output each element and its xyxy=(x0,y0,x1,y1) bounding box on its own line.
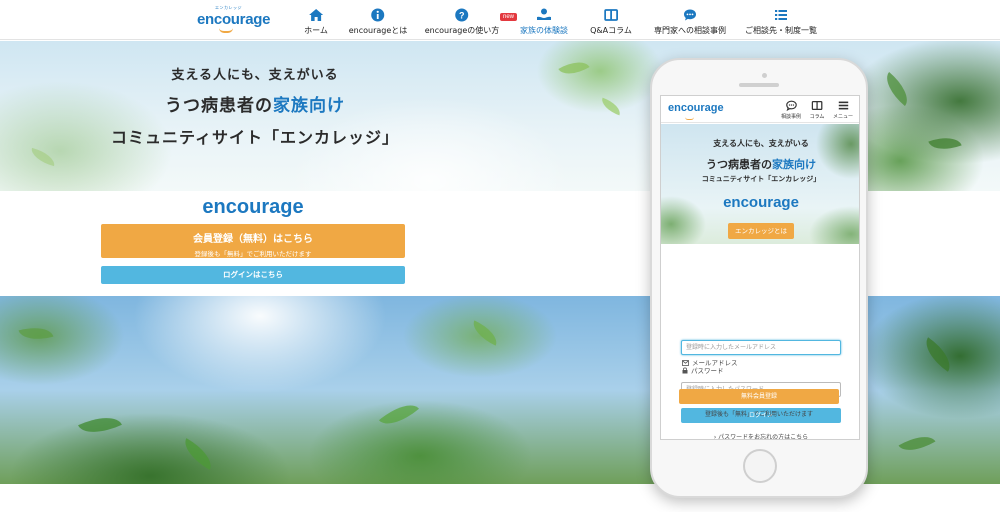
phone-about-button[interactable]: エンカレッジとは xyxy=(728,223,794,239)
logo-text: encourage xyxy=(197,11,271,28)
hamburger-icon xyxy=(838,101,848,110)
nav-family-stories[interactable]: new 家族の体験談 xyxy=(500,8,568,36)
leaf-decoration xyxy=(468,320,502,346)
register-button-sublabel: 登録後も「無料」でご利用いただけます xyxy=(194,250,312,258)
phone-nav-cases-label: 相談事例 xyxy=(780,114,802,120)
phone-logo[interactable]: encourage xyxy=(668,102,724,114)
hero-headline-line2-prefix: うつ病患者の xyxy=(165,96,273,116)
phone-password-label: パスワード xyxy=(682,365,724,375)
phone-hero-line2: うつ病患者の家族向け xyxy=(661,156,859,172)
leaf-decoration xyxy=(598,97,624,116)
register-button-label: 会員登録（無料）はこちら xyxy=(193,234,313,245)
phone-nav-cases[interactable]: 相談事例 xyxy=(781,100,801,120)
help-icon: ? xyxy=(455,8,469,22)
phone-hero: 支える人にも、支えがいる うつ病患者の家族向け コミュニティサイト「エンカレッジ… xyxy=(661,124,859,244)
phone-home-button xyxy=(743,449,777,483)
new-badge: new xyxy=(500,13,518,21)
hero-headline: 支える人にも、支えがいる うつ病患者の家族向け コミュニティサイト「エンカレッジ… xyxy=(110,64,400,148)
svg-text:?: ? xyxy=(459,11,465,21)
leaf-decoration xyxy=(18,322,54,345)
leaf-decoration xyxy=(898,428,936,459)
phone-nav-column-label: コラム xyxy=(809,114,825,120)
site-logo[interactable]: エンカレッジ encourage xyxy=(197,5,270,34)
book-icon xyxy=(811,100,823,111)
nav-about[interactable]: encourageとは xyxy=(348,8,408,36)
chat-bubble-icon xyxy=(684,9,696,21)
logo-swoosh-icon xyxy=(219,28,233,33)
phone-speaker xyxy=(739,83,779,87)
phone-hero-line2-prefix: うつ病患者の xyxy=(706,158,772,171)
leaf-decoration xyxy=(378,395,420,434)
phone-nav-menu[interactable]: メニュー xyxy=(833,100,853,120)
nav-family-stories-label: 家族の体験談 xyxy=(520,26,568,35)
nav-qa-column[interactable]: Q&Aコラム xyxy=(590,8,632,36)
phone-password-label-text: パスワード xyxy=(691,367,724,375)
nav-howto-label: encourageの使い方 xyxy=(424,26,500,35)
leaf-decoration xyxy=(558,54,590,82)
nav-about-label: encourageとは xyxy=(348,26,408,35)
nav-resources-label: ご相談先・制度一覧 xyxy=(745,26,817,35)
leaf-decoration xyxy=(918,337,958,372)
leaf-decoration xyxy=(928,131,962,156)
hero-headline-line2: うつ病患者の家族向け xyxy=(110,91,400,116)
phone-header: encourage 相談事例 コラム メニュー xyxy=(661,96,859,123)
phone-register-button[interactable]: 無料会員登録 xyxy=(679,389,839,404)
phone-hero-brand: encourage xyxy=(723,194,799,211)
phone-logo-swoosh-icon xyxy=(685,117,694,120)
info-icon xyxy=(371,8,385,22)
phone-nav-menu-label: メニュー xyxy=(832,114,854,120)
leaf-decoration xyxy=(878,71,916,107)
leaf-decoration xyxy=(28,147,58,167)
home-icon xyxy=(308,9,323,21)
hero-headline-line3: コミュニティサイト「エンカレッジ」 xyxy=(110,128,400,147)
leaf-decoration xyxy=(178,438,218,470)
nav-expert-cases-label: 専門家への相談事例 xyxy=(654,26,726,35)
phone-register-note: 登録後も「無料」でご利用いただけます xyxy=(704,411,813,418)
login-button[interactable]: ログインはこちら xyxy=(101,266,405,284)
nav-howto[interactable]: ? encourageの使い方 xyxy=(424,8,500,36)
site-header: エンカレッジ encourage ホーム encourageとは ? encou… xyxy=(0,0,1000,40)
book-icon xyxy=(604,9,618,21)
phone-forgot-password-link[interactable]: › パスワードをお忘れの方はこちら xyxy=(661,432,859,439)
phone-hero-line3: コミュニティサイト「エンカレッジ」 xyxy=(701,175,821,183)
phone-nav-column[interactable]: コラム xyxy=(809,100,825,120)
chat-bubble-icon xyxy=(785,100,797,111)
nav-expert-cases[interactable]: 専門家への相談事例 xyxy=(654,8,726,36)
nav-home[interactable]: ホーム xyxy=(304,8,328,36)
phone-hero-line2-accent: 家族向け xyxy=(772,158,816,171)
list-icon xyxy=(775,10,787,20)
hero-headline-line1: 支える人にも、支えがいる xyxy=(171,68,339,83)
nav-resources[interactable]: ご相談先・制度一覧 xyxy=(745,8,817,36)
register-button[interactable]: 会員登録（無料）はこちら 登録後も「無料」でご利用いただけます xyxy=(101,224,405,258)
person-hand-icon xyxy=(537,8,551,20)
hero-headline-line2-accent: 家族向け xyxy=(273,96,345,116)
hero-brand-name: encourage xyxy=(202,196,304,218)
phone-email-input[interactable] xyxy=(681,340,841,355)
lock-icon xyxy=(682,367,688,374)
nav-qa-column-label: Q&Aコラム xyxy=(590,26,632,35)
phone-hero-line1: 支える人にも、支えがいる xyxy=(713,139,809,148)
nav-home-label: ホーム xyxy=(304,26,328,35)
leaf-decoration xyxy=(78,408,122,442)
phone-mockup: encourage 相談事例 コラム メニュー 支える人にも、支えがいる うつ病… xyxy=(650,58,868,498)
phone-camera-dot xyxy=(762,73,767,78)
